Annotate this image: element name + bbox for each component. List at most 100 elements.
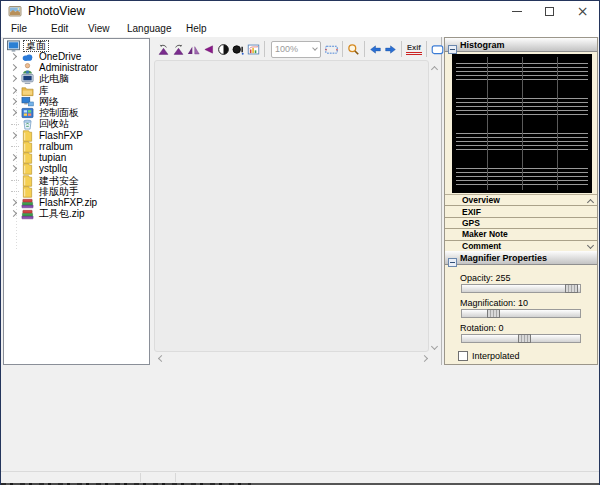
expand-chevron-icon[interactable] bbox=[9, 109, 16, 116]
tree-item[interactable]: Administrator bbox=[4, 63, 149, 74]
image-view-pane: 100% Exif bbox=[153, 37, 442, 365]
menu-item[interactable]: Language bbox=[127, 21, 172, 37]
scroll-up-arrow[interactable] bbox=[432, 64, 439, 71]
collapse-icon[interactable] bbox=[448, 253, 457, 262]
rotation-slider[interactable] bbox=[461, 334, 581, 343]
opacity-slider-thumb[interactable] bbox=[565, 284, 578, 293]
tree-item[interactable]: tupian bbox=[4, 153, 149, 164]
menu-item[interactable]: Edit bbox=[51, 21, 68, 37]
tree-item[interactable]: 库 bbox=[4, 85, 149, 96]
magnifier-panel-header[interactable]: Magnifier Properties bbox=[445, 251, 597, 265]
magnifier-properties: Opacity: 255 Magnification: 10 Rotation:… bbox=[445, 273, 597, 361]
folder-tree: 桌面 OneDrive Administrator 此电脑 bbox=[3, 38, 150, 365]
tree-item[interactable]: rralbum bbox=[4, 141, 149, 152]
previous-image-button[interactable] bbox=[368, 41, 383, 57]
opacity-slider[interactable] bbox=[461, 284, 581, 293]
tree-item[interactable]: 工具包.zip bbox=[4, 209, 149, 220]
exif-button[interactable]: Exif bbox=[405, 41, 423, 57]
toolbar-separator bbox=[364, 41, 365, 57]
info-tab[interactable]: Maker Note bbox=[445, 229, 597, 240]
magnification-label: Magnification: 10 bbox=[460, 298, 597, 308]
menu-item[interactable]: Help bbox=[186, 21, 207, 37]
toolbar: 100% Exif bbox=[153, 39, 441, 59]
tree-item[interactable]: FlashFXP.zip bbox=[4, 198, 149, 209]
expand-chevron-icon[interactable] bbox=[11, 146, 19, 147]
tree-item[interactable]: ystpllq bbox=[4, 164, 149, 175]
info-tab[interactable]: Overview bbox=[445, 195, 597, 206]
toolbar-separator bbox=[426, 41, 427, 57]
folder-icon bbox=[21, 130, 37, 142]
info-tab[interactable]: Comment bbox=[445, 241, 597, 251]
expand-chevron-icon[interactable] bbox=[11, 180, 19, 181]
menu-item[interactable]: File bbox=[11, 21, 27, 37]
network-icon bbox=[21, 96, 37, 108]
minimize-icon bbox=[512, 11, 522, 12]
selection-button[interactable] bbox=[324, 41, 339, 57]
info-tab[interactable]: EXIF bbox=[445, 206, 597, 217]
expand-chevron-icon[interactable] bbox=[9, 75, 16, 82]
fit-window-button[interactable] bbox=[430, 41, 445, 57]
gamma-button[interactable] bbox=[231, 41, 246, 57]
scroll-down-arrow[interactable] bbox=[432, 344, 439, 351]
tree-item[interactable]: 控制面板 bbox=[4, 108, 149, 119]
interpolated-checkbox[interactable] bbox=[458, 351, 468, 361]
expand-chevron-icon[interactable] bbox=[9, 132, 16, 139]
cloud-icon bbox=[21, 51, 37, 63]
expand-chevron-icon[interactable] bbox=[9, 210, 16, 217]
info-list-scrollbar[interactable] bbox=[586, 195, 597, 251]
info-tab[interactable]: GPS bbox=[445, 218, 597, 229]
tree-item[interactable]: OneDrive bbox=[4, 51, 149, 62]
expand-chevron-icon[interactable] bbox=[9, 154, 16, 161]
scroll-up-arrow[interactable] bbox=[588, 197, 595, 204]
rotate-left-button[interactable] bbox=[156, 41, 171, 57]
folder-icon bbox=[21, 186, 37, 198]
expand-chevron-icon[interactable] bbox=[9, 165, 16, 172]
histogram-button[interactable] bbox=[246, 41, 261, 57]
scroll-right-arrow[interactable] bbox=[422, 356, 429, 363]
collapse-icon[interactable] bbox=[448, 40, 457, 49]
image-canvas bbox=[153, 59, 442, 365]
tree-item[interactable]: 桌面 bbox=[4, 40, 149, 51]
title-bar: PhotoView × bbox=[1, 1, 599, 21]
next-image-button[interactable] bbox=[383, 41, 398, 57]
expand-chevron-icon[interactable] bbox=[11, 191, 19, 192]
rotation-slider-thumb[interactable] bbox=[518, 334, 531, 343]
zoom-level-combobox[interactable]: 100% bbox=[271, 41, 321, 58]
scroll-left-arrow[interactable] bbox=[157, 356, 164, 363]
rotate-right-button[interactable] bbox=[171, 41, 186, 57]
magnifier-button[interactable] bbox=[346, 41, 361, 57]
scroll-down-arrow[interactable] bbox=[588, 243, 595, 250]
zip-icon bbox=[21, 197, 37, 209]
tree-item[interactable]: 回收站 bbox=[4, 119, 149, 130]
expand-chevron-icon[interactable] bbox=[11, 124, 19, 125]
expand-chevron-icon[interactable] bbox=[9, 87, 16, 94]
image-canvas-area bbox=[154, 60, 429, 352]
magnification-slider-thumb[interactable] bbox=[487, 309, 500, 318]
chevron-down-icon bbox=[312, 45, 318, 51]
toolbar-separator bbox=[342, 41, 343, 57]
recycle-bin-icon bbox=[21, 118, 37, 130]
histogram-grid-line-v bbox=[522, 57, 523, 190]
flip-horizontal-button[interactable] bbox=[186, 41, 201, 57]
tree-item[interactable]: 网络 bbox=[4, 96, 149, 107]
tree-item[interactable]: 排版助手 bbox=[4, 186, 149, 197]
magnification-slider[interactable] bbox=[461, 309, 581, 318]
expand-chevron-icon[interactable] bbox=[9, 64, 16, 71]
libraries-icon bbox=[21, 85, 37, 97]
flip-vertical-button[interactable] bbox=[201, 41, 216, 57]
info-tab-list: Overview EXIF GPS Maker Note Comment bbox=[445, 194, 597, 251]
tree-item[interactable]: 建书安全 bbox=[4, 175, 149, 186]
maximize-button[interactable] bbox=[533, 1, 566, 21]
minimize-button[interactable] bbox=[500, 1, 533, 21]
tree-item[interactable]: FlashFXP bbox=[4, 130, 149, 141]
menu-item[interactable]: View bbox=[88, 21, 110, 37]
contrast-button[interactable] bbox=[216, 41, 231, 57]
histogram-panel-header[interactable]: Histogram bbox=[445, 38, 597, 52]
expand-chevron-icon[interactable] bbox=[9, 53, 16, 60]
expand-chevron-icon[interactable] bbox=[9, 199, 16, 206]
close-button[interactable]: × bbox=[566, 1, 599, 21]
expand-chevron-icon[interactable] bbox=[9, 98, 16, 105]
status-separator bbox=[140, 473, 141, 482]
rotation-label: Rotation: 0 bbox=[460, 323, 597, 333]
tree-item[interactable]: 此电脑 bbox=[4, 74, 149, 85]
